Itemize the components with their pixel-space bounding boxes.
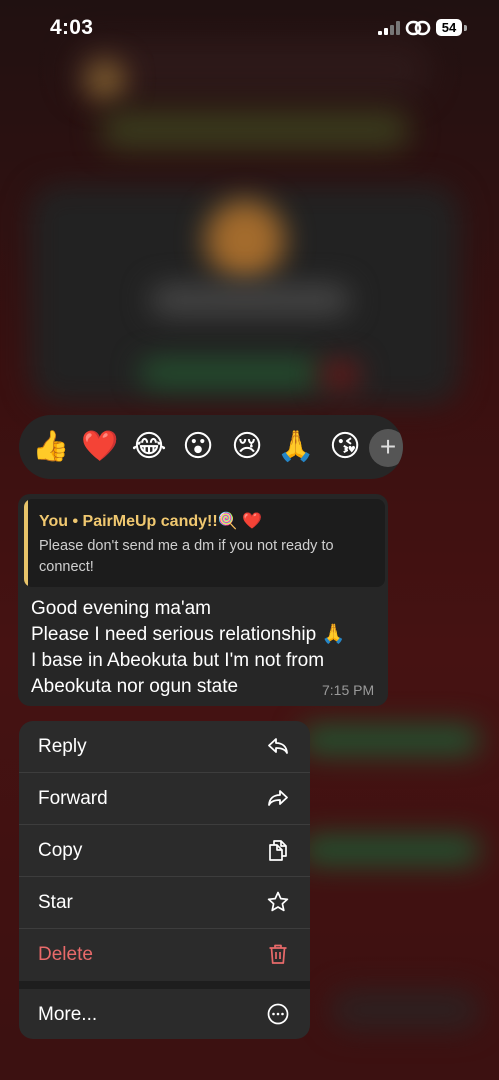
reaction-heart[interactable]: ❤️ [80, 427, 120, 467]
message-context-menu: Reply Forward Copy Star Delete More... [19, 721, 310, 1039]
menu-item-label: Reply [38, 736, 87, 757]
reaction-bar: 👍 ❤️ 😂 😮 😢 🙏 😘 + [19, 415, 403, 479]
reaction-laughing[interactable]: 😂 [129, 427, 169, 467]
message-timestamp: 7:15 PM [322, 682, 375, 698]
menu-item-label: Delete [38, 944, 93, 965]
menu-item-reply[interactable]: Reply [19, 721, 310, 772]
menu-item-forward[interactable]: Forward [19, 773, 310, 824]
menu-item-more[interactable]: More... [19, 989, 310, 1039]
add-reaction-button[interactable]: + [369, 429, 403, 467]
reaction-pray[interactable]: 🙏 [276, 427, 316, 467]
message-line: I base in Abeokuta but I'm not from [31, 650, 325, 671]
battery-icon: 54 [436, 19, 462, 36]
signal-icon [378, 21, 402, 35]
more-icon [267, 1003, 289, 1025]
quote-text: Please don't send me a dm if you not rea… [39, 538, 334, 575]
quote-title: You • PairMeUp candy!!🍭 ❤️ [39, 513, 262, 530]
menu-item-delete[interactable]: Delete [19, 929, 310, 980]
battery-tip [464, 25, 467, 31]
quoted-message[interactable]: You • PairMeUp candy!!🍭 ❤️ Please don't … [24, 499, 385, 587]
star-icon [267, 891, 289, 912]
menu-item-copy[interactable]: Copy [19, 825, 310, 876]
quote-accent-bar [24, 499, 28, 587]
menu-item-label: Forward [38, 788, 108, 809]
status-bar: 4:03 54 [0, 0, 499, 56]
status-time: 4:03 [50, 16, 94, 39]
message-line: Please I need serious relationship 🙏 [31, 624, 346, 645]
reaction-kiss[interactable]: 😘 [325, 427, 365, 467]
menu-item-label: Copy [38, 840, 83, 861]
forward-icon [268, 790, 288, 806]
message-text: Good evening ma'am Please I need serious… [31, 596, 371, 700]
menu-item-label: Star [38, 892, 73, 913]
reaction-surprised[interactable]: 😮 [178, 427, 218, 467]
reaction-crying[interactable]: 😢 [227, 427, 267, 467]
message-line: Good evening ma'am [31, 598, 212, 619]
menu-item-label: More... [38, 1004, 98, 1025]
reply-icon [268, 738, 288, 754]
menu-item-star[interactable]: Star [19, 877, 310, 928]
personal-hotspot-icon [405, 20, 431, 36]
menu-section-gap [19, 981, 310, 989]
trash-icon [269, 944, 287, 964]
copy-icon [269, 840, 287, 861]
reaction-thumbs-up[interactable]: 👍 [31, 427, 71, 467]
message-line: Abeokuta nor ogun state [31, 676, 239, 697]
